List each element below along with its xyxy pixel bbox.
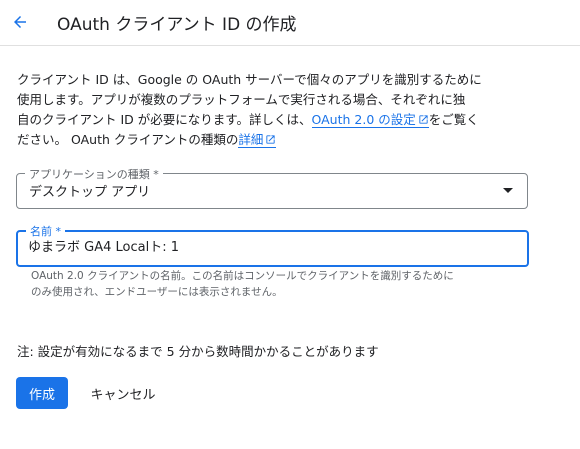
intro-line-2: 使用します。アプリが複数のプラットフォームで実行される場合、それぞれに独: [17, 92, 466, 107]
cancel-button[interactable]: キャンセル: [82, 377, 164, 409]
back-button[interactable]: [6, 8, 34, 36]
intro-line-3-end: をご覧く: [428, 112, 479, 127]
intro-line-3: 自のクライアント ID が必要になります。詳しくは、: [17, 112, 312, 127]
header-bar: OAuth クライアント ID の作成: [0, 0, 580, 46]
details-link-label: 詳細: [238, 132, 264, 147]
application-type-value: デスクトップ アプリ: [29, 185, 151, 200]
arrow-drop-down-icon: [503, 188, 513, 193]
details-link[interactable]: 詳細: [238, 132, 277, 148]
intro-line-1: クライアント ID は、Google の OAuth サーバーで個々のアプリを識…: [17, 72, 482, 87]
application-type-label: アプリケーションの種類 *: [25, 166, 163, 182]
name-field[interactable]: 名前 *: [16, 223, 529, 267]
intro-text: クライアント ID は、Google の OAuth サーバーで個々のアプリを識…: [17, 70, 562, 150]
create-button[interactable]: 作成: [16, 377, 68, 409]
intro-line-4: ださい。 OAuth クライアントの種類の: [17, 132, 239, 147]
name-hint-line-1: OAuth 2.0 クライアントの名前。この名前はコンソールでクライアントを識別…: [31, 270, 454, 282]
name-hint: OAuth 2.0 クライアントの名前。この名前はコンソールでクライアントを識別…: [31, 268, 521, 300]
name-input[interactable]: [28, 238, 508, 253]
name-label: 名前 *: [26, 223, 65, 239]
oauth-settings-link-label: OAuth 2.0 の設定: [311, 112, 416, 127]
oauth-settings-link[interactable]: OAuth 2.0 の設定: [311, 112, 429, 128]
arrow-back-icon: [14, 16, 26, 28]
application-type-select[interactable]: アプリケーションの種類 * デスクトップ アプリ: [16, 166, 528, 209]
open-in-new-icon: [419, 115, 428, 124]
open-in-new-icon: [266, 135, 276, 144]
page-title: OAuth クライアント ID の作成: [57, 15, 297, 35]
propagation-note: 注: 設定が有効になるまで 5 分から数時間かかることがあります: [17, 344, 379, 359]
name-hint-line-2: のみ使用され、エンドユーザーには表示されません。: [31, 286, 283, 298]
